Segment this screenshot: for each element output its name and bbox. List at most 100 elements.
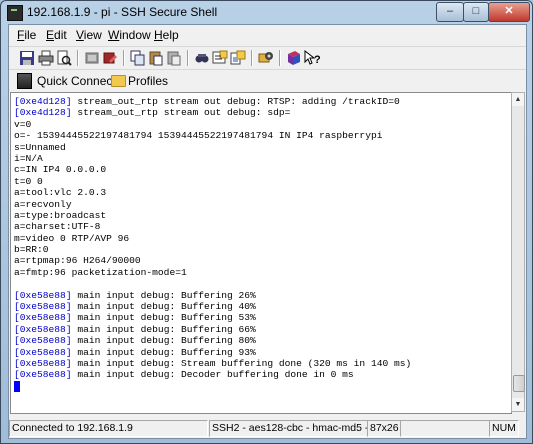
menu-file[interactable]: File xyxy=(17,28,36,42)
log-text: main input debug: Stream buffering done … xyxy=(71,357,412,369)
toolbar-separator xyxy=(187,50,189,66)
status-connection: Connected to 192.168.1.9 xyxy=(9,420,208,437)
log-text: main input debug: Decoder buffering done… xyxy=(71,369,354,381)
text-cursor xyxy=(14,380,20,392)
menu-bar: File Edit View Window Help xyxy=(9,25,526,45)
toolbar-separator xyxy=(279,50,281,66)
status-bar: Connected to 192.168.1.9 SSH2 - aes128-c… xyxy=(9,418,526,438)
terminal-line: [0xe58e88] main input debug: Buffering 5… xyxy=(14,312,411,323)
paste-special-icon[interactable] xyxy=(166,50,182,66)
toolbar-separator xyxy=(77,50,79,66)
minimize-button[interactable]: – xyxy=(436,2,464,22)
connect-settings-icon[interactable] xyxy=(102,50,118,66)
log-text: main input debug: Buffering 53% xyxy=(71,312,256,324)
terminal-output: [0xe4d128] stream_out_rtp stream out deb… xyxy=(14,96,411,392)
log-text: a=type:broadcast xyxy=(14,209,107,221)
status-terminal-size: 87x26 xyxy=(367,420,401,437)
print-preview-icon[interactable] xyxy=(56,50,72,66)
context-help-icon[interactable]: ? xyxy=(304,50,320,66)
log-text: a=tool:vlc 2.0.3 xyxy=(14,187,107,199)
log-text: a=charset:UTF-8 xyxy=(14,221,101,233)
ssh-client-window: 192.168.1.9 - pi - SSH Secure Shell – □ … xyxy=(0,0,533,444)
log-text: a=rtpmap:96 H264/90000 xyxy=(14,255,141,267)
log-text: main input debug: Buffering 80% xyxy=(71,335,256,347)
terminal-line: a=charset:UTF-8 xyxy=(14,221,411,232)
terminal-line: [0xe58e88] main input debug: Buffering 2… xyxy=(14,290,411,301)
log-address: [0xe4d128] xyxy=(14,96,72,107)
log-text: o=- 15394445522197481794 153944455221974… xyxy=(14,130,383,142)
vertical-scrollbar[interactable]: ▲ ▼ xyxy=(511,92,525,412)
log-text: main input debug: Buffering 66% xyxy=(71,323,256,335)
close-button[interactable]: ✕ xyxy=(488,2,530,22)
log-address: [0xe58e88] xyxy=(14,346,72,358)
copy-icon[interactable] xyxy=(130,50,146,66)
save-icon[interactable] xyxy=(19,50,35,66)
menu-help[interactable]: Help xyxy=(154,28,179,42)
quick-connect-label: Quick Connect xyxy=(37,74,116,88)
terminal-line: [0xe4d128] stream_out_rtp stream out deb… xyxy=(14,96,411,107)
log-text: c=IN IP4 0.0.0.0 xyxy=(14,164,107,176)
print-icon[interactable] xyxy=(38,50,54,66)
menu-view[interactable]: View xyxy=(76,28,102,42)
log-text: stream_out_rtp stream out debug: RTSP: a… xyxy=(71,96,400,107)
log-text: v=0 xyxy=(14,118,32,130)
scroll-thumb[interactable] xyxy=(513,375,525,392)
settings-icon[interactable] xyxy=(258,50,274,66)
log-address: [0xe58e88] xyxy=(14,312,72,324)
log-text: m=video 0 RTP/AVP 96 xyxy=(14,232,130,244)
connection-toolbar: Quick Connect Profiles xyxy=(9,69,526,92)
terminal-line: [0xe58e88] main input debug: Buffering 8… xyxy=(14,335,411,346)
terminal-app-icon xyxy=(7,5,23,21)
terminal-line: b=RR:0 xyxy=(14,244,411,255)
log-text: main input debug: Buffering 93% xyxy=(71,346,256,358)
terminal-line: [0xe58e88] main input debug: Buffering 4… xyxy=(14,301,411,312)
folder-icon xyxy=(111,75,126,87)
title-bar[interactable]: 192.168.1.9 - pi - SSH Secure Shell – □ … xyxy=(1,1,532,23)
terminal-line: a=tool:vlc 2.0.3 xyxy=(14,187,411,198)
terminal-line: c=IN IP4 0.0.0.0 xyxy=(14,164,411,175)
svg-text:?: ? xyxy=(314,54,320,66)
status-cipher: SSH2 - aes128-cbc - hmac-md5 - nc xyxy=(209,420,368,437)
terminal-line: v=0 xyxy=(14,119,411,130)
window-title: 192.168.1.9 - pi - SSH Secure Shell xyxy=(27,5,218,19)
help-book-icon[interactable] xyxy=(286,50,302,66)
new-terminal-icon[interactable] xyxy=(212,50,228,66)
log-address: [0xe58e88] xyxy=(14,357,72,369)
terminal-line: [0xe4d128] stream_out_rtp stream out deb… xyxy=(14,107,411,118)
menu-window[interactable]: Window xyxy=(108,28,151,42)
main-toolbar: ? xyxy=(9,46,526,69)
toolbar-separator xyxy=(123,50,125,66)
status-num-lock: NUM xyxy=(489,420,519,437)
profiles-label: Profiles xyxy=(128,74,169,88)
find-icon[interactable] xyxy=(194,50,210,66)
log-text: b=RR:0 xyxy=(14,244,49,256)
menu-edit[interactable]: Edit xyxy=(46,28,67,42)
scroll-up-arrow[interactable]: ▲ xyxy=(512,93,524,106)
terminal-pane[interactable]: [0xe4d128] stream_out_rtp stream out deb… xyxy=(10,92,512,414)
log-address: [0xe58e88] xyxy=(14,323,72,335)
terminal-line: s=Unnamed xyxy=(14,142,411,153)
terminal-line: [0xe58e88] main input debug: Buffering 9… xyxy=(14,347,411,358)
paste-icon[interactable] xyxy=(148,50,164,66)
terminal-line: m=video 0 RTP/AVP 96 xyxy=(14,233,411,244)
log-address: [0xe58e88] xyxy=(14,289,72,301)
log-address: [0xe4d128] xyxy=(14,107,72,119)
log-text: stream_out_rtp stream out debug: sdp= xyxy=(71,107,291,119)
log-text: i=N/A xyxy=(14,152,43,164)
terminal-line: a=rtpmap:96 H264/90000 xyxy=(14,255,411,266)
terminal-line: [0xe58e88] main input debug: Decoder buf… xyxy=(14,369,411,380)
terminal-line: t=0 0 xyxy=(14,176,411,187)
terminal-line: [0xe58e88] main input debug: Stream buff… xyxy=(14,358,411,369)
terminal-line: a=type:broadcast xyxy=(14,210,411,221)
terminal-line xyxy=(14,380,411,392)
terminal-line: i=N/A xyxy=(14,153,411,164)
log-text: main input debug: Buffering 26% xyxy=(71,289,256,301)
terminal-line: a=recvonly xyxy=(14,199,411,210)
maximize-button[interactable]: □ xyxy=(463,2,489,22)
new-file-transfer-icon[interactable] xyxy=(230,50,246,66)
scroll-down-arrow[interactable]: ▼ xyxy=(512,398,524,411)
log-text: t=0 0 xyxy=(14,175,43,187)
disconnect-icon[interactable] xyxy=(84,50,100,66)
client-area: File Edit View Window Help ? xyxy=(8,24,527,439)
